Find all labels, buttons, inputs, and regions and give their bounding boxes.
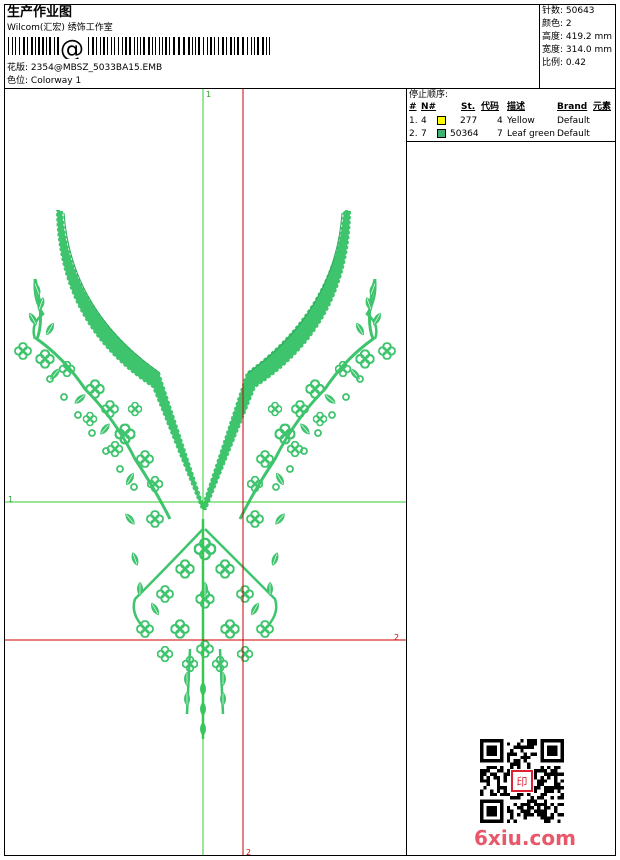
- row1-description: Yellow: [507, 116, 535, 126]
- colorway-label: 色位:: [7, 76, 29, 86]
- info-height: 高度: 419.2 mm: [542, 32, 613, 42]
- colorway-value: Colorway 1: [30, 76, 82, 86]
- row1-stitches: 277: [460, 116, 478, 126]
- embroidery-design: [14, 210, 396, 739]
- guide-label-red-bottom: 2: [246, 848, 252, 857]
- barcode-at-symbol: @: [60, 37, 84, 59]
- col-header-description: 描述: [507, 102, 526, 112]
- page-title: 生产作业图: [7, 5, 73, 20]
- stop-sequence-title: 停止顺序:: [409, 90, 449, 100]
- watermark-logo: 6xiu.com: [474, 826, 576, 850]
- info-column-divider: [539, 4, 540, 88]
- design-value: 2354@MBSZ_5033BA15.EMB: [30, 63, 163, 73]
- guide-label-red-right: 2: [394, 633, 400, 642]
- info-width: 宽度: 314.0 mm: [542, 45, 613, 55]
- qr-code: 印: [480, 739, 564, 823]
- svg-text:印: 印: [517, 775, 528, 788]
- design-file: 花版: 2354@MBSZ_5033BA15.EMB: [7, 63, 162, 74]
- row1-brand: Default: [557, 116, 590, 126]
- side-panel-divider: [406, 88, 407, 856]
- row2-stitches: 50364: [450, 129, 479, 139]
- col-header-stitches: St.: [461, 102, 476, 112]
- stop-table-bottom-rule: [406, 141, 616, 142]
- row2-needle: 7: [421, 129, 427, 139]
- row1-number: 1.: [409, 116, 418, 126]
- design-label: 花版:: [7, 63, 29, 73]
- info-colors: 颜色: 2: [542, 19, 572, 29]
- col-header-number: #: [409, 102, 417, 112]
- row2-description: Leaf green: [507, 129, 555, 139]
- col-header-needle: N#: [421, 102, 437, 112]
- row2-brand: Default: [557, 129, 590, 139]
- company-name: Wilcom(汇宏) 绣饰工作室: [7, 23, 113, 33]
- row2-code: 7: [497, 129, 503, 139]
- row1-color-swatch: [437, 116, 446, 125]
- row1-code: 4: [497, 116, 503, 126]
- guide-label-green-top: 1: [206, 90, 212, 99]
- info-stitches: 针数: 50643: [542, 6, 595, 16]
- colorway: 色位: Colorway 1: [7, 76, 81, 87]
- row1-needle: 4: [421, 116, 427, 126]
- design-canvas: [5, 89, 406, 855]
- col-header-brand: Brand: [557, 102, 588, 112]
- col-header-element: 元素: [593, 102, 612, 112]
- row2-number: 2.: [409, 129, 418, 139]
- guide-label-green-left: 1: [8, 495, 14, 504]
- col-header-code: 代码: [481, 102, 500, 112]
- barcode: @: [8, 37, 270, 59]
- info-scale: 比例: 0.42: [542, 58, 586, 68]
- row2-color-swatch: [437, 129, 446, 138]
